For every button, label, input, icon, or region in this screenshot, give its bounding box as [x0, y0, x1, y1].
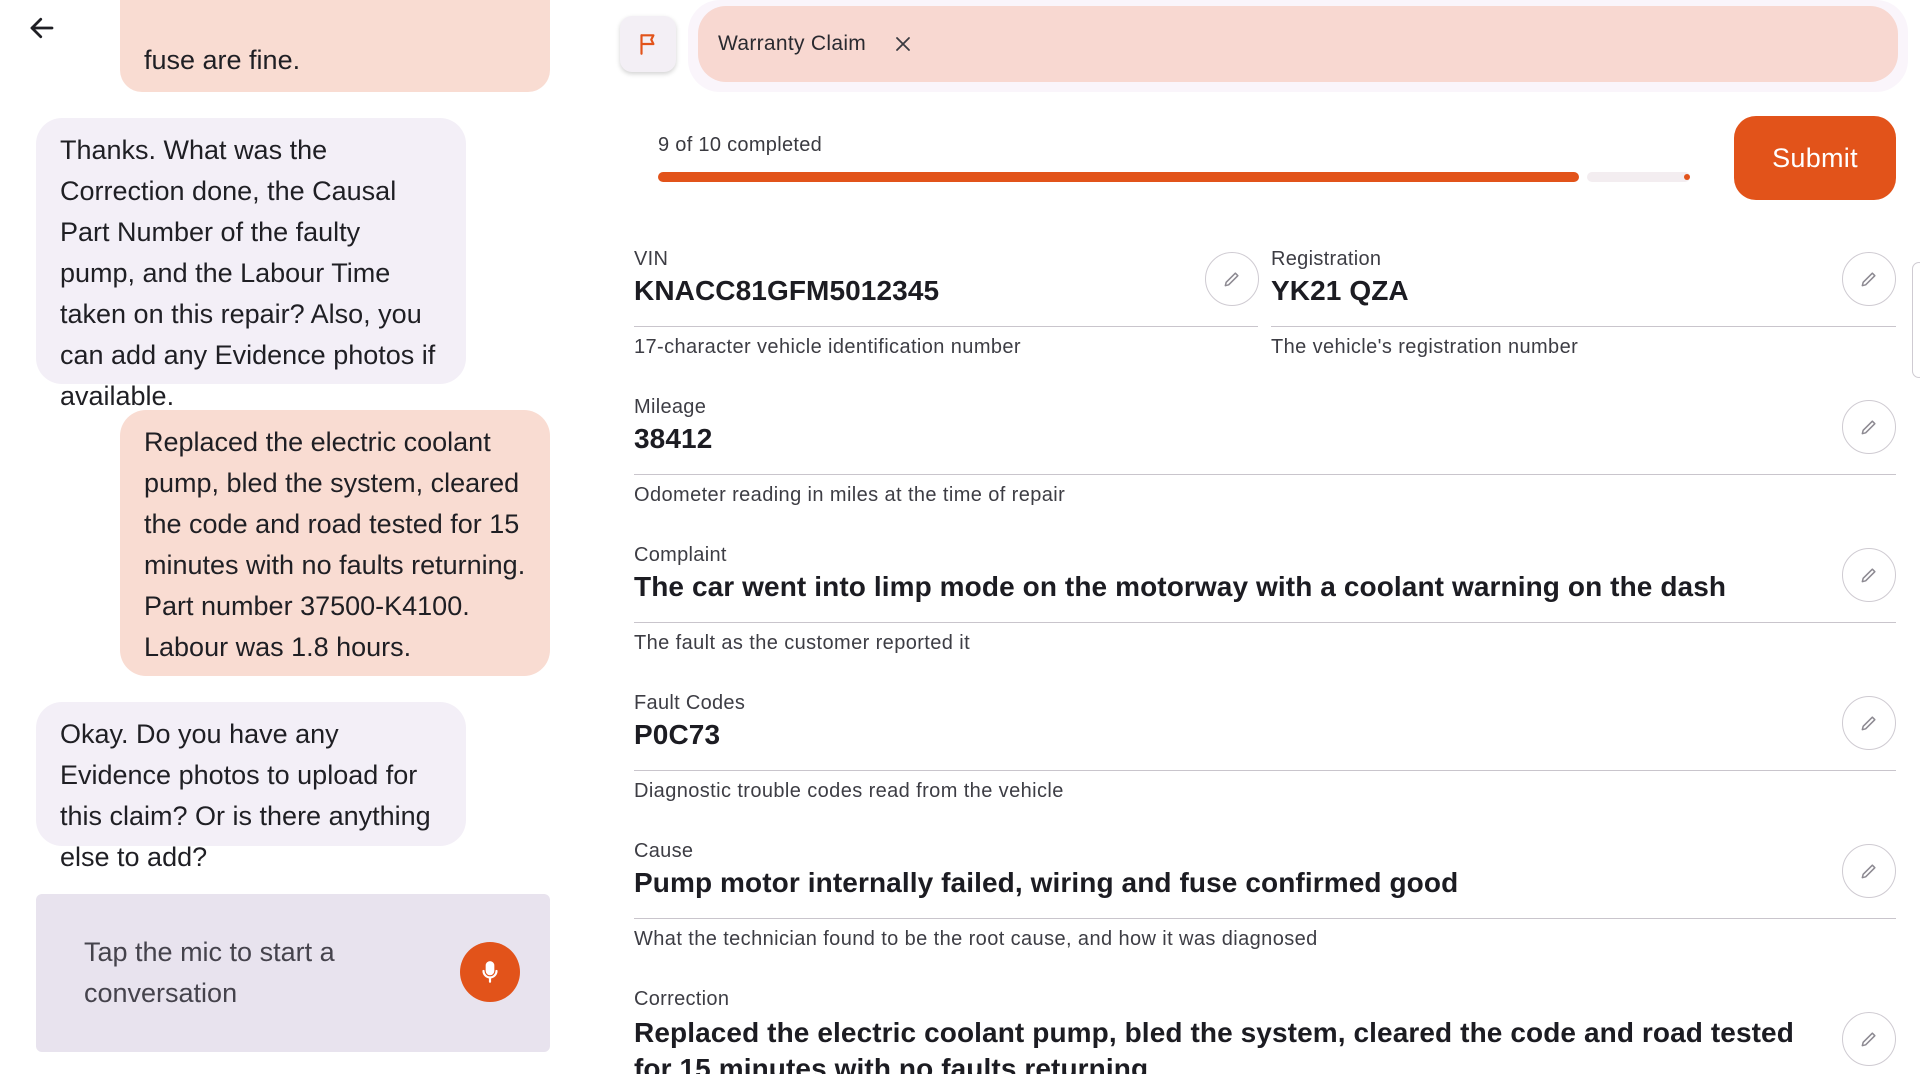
mic-icon — [482, 961, 498, 983]
progress-fill — [658, 172, 1579, 182]
field-help: Diagnostic trouble codes read from the v… — [634, 780, 1064, 802]
field-label: Complaint — [634, 544, 727, 566]
field-label: Mileage — [634, 396, 707, 418]
pencil-icon — [1861, 716, 1876, 731]
message-text: Okay. Do you have any Evidence photos to… — [60, 719, 431, 872]
field-help: The vehicle's registration number — [1271, 336, 1579, 358]
edit-fault-codes-button[interactable] — [1842, 696, 1896, 750]
edit-cause-button[interactable] — [1842, 844, 1896, 898]
close-icon — [896, 37, 911, 51]
field-fault-codes: Fault Codes P0C73 Diagnostic trouble cod… — [634, 692, 1896, 802]
field-divider — [1271, 326, 1896, 327]
field-complaint: Complaint The car went into limp mode on… — [634, 544, 1896, 654]
field-help: What the technician found to be the root… — [634, 928, 1318, 950]
flag-icon — [640, 34, 655, 55]
field-divider — [634, 918, 1896, 919]
tab-warranty-claim[interactable]: Warranty Claim — [698, 6, 1898, 82]
edit-complaint-button[interactable] — [1842, 548, 1896, 602]
mic-button[interactable] — [460, 942, 520, 1002]
field-mileage: Mileage 38412 Odometer reading in miles … — [634, 396, 1896, 506]
pencil-icon — [1861, 864, 1876, 879]
progress-bar — [658, 172, 1690, 182]
field-value: KNACC81GFM5012345 — [634, 275, 940, 306]
message-text: Thanks. What was the Correction done, th… — [60, 135, 436, 411]
message-text: fuse are fine. — [144, 45, 301, 75]
field-help: Odometer reading in miles at the time of… — [634, 484, 1066, 506]
field-value: YK21 QZA — [1271, 275, 1409, 306]
edit-registration-button[interactable] — [1842, 252, 1896, 306]
field-help: The fault as the customer reported it — [634, 632, 971, 654]
field-value: Replaced the electric coolant pump, bled… — [634, 1017, 1794, 1074]
flag-button[interactable] — [620, 16, 676, 72]
pencil-icon — [1861, 420, 1876, 435]
field-label: Registration — [1271, 248, 1382, 270]
field-cause: Cause Pump motor internally failed, wiri… — [634, 840, 1896, 950]
edit-mileage-button[interactable] — [1842, 400, 1896, 454]
pencil-icon — [1224, 272, 1239, 287]
scrollbar-handle[interactable] — [1912, 262, 1920, 378]
chat-message-user: Replaced the electric coolant pump, bled… — [120, 410, 550, 676]
chat-panel: fuse are fine. Thanks. What was the Corr… — [0, 0, 600, 1074]
field-label: Correction — [634, 988, 730, 1010]
field-value: Pump motor internally failed, wiring and… — [634, 867, 1459, 898]
field-divider — [634, 622, 1896, 623]
edit-vin-button[interactable] — [1205, 252, 1259, 306]
progress-remaining — [1587, 172, 1690, 182]
progress-end-dot — [1684, 174, 1690, 180]
field-value: P0C73 — [634, 719, 721, 750]
chat-message-user: fuse are fine. — [120, 0, 550, 92]
tab-close-button[interactable] — [890, 31, 916, 57]
field-label: Cause — [634, 840, 694, 862]
progress-text: 9 of 10 completed — [658, 134, 823, 156]
pencil-icon — [1861, 1032, 1876, 1047]
field-vin: VIN KNACC81GFM5012345 17-character vehic… — [634, 248, 1258, 358]
chat-message-assistant: Thanks. What was the Correction done, th… — [36, 118, 466, 411]
voice-composer: Tap the mic to start a conversation — [36, 894, 550, 1052]
edit-correction-button[interactable] — [1842, 1012, 1896, 1066]
submit-button[interactable]: Submit — [1734, 116, 1896, 200]
tab-label: Warranty Claim — [718, 32, 867, 55]
composer-hint: Tap the mic to start a conversation — [84, 937, 335, 1008]
field-label: Fault Codes — [634, 692, 746, 714]
message-text: Replaced the electric coolant pump, bled… — [144, 427, 526, 662]
field-value: 38412 — [634, 423, 713, 454]
chat-message-assistant: Okay. Do you have any Evidence photos to… — [36, 702, 466, 872]
field-divider — [634, 474, 1896, 475]
field-divider — [634, 770, 1896, 771]
field-help: 17-character vehicle identification numb… — [634, 336, 1021, 358]
field-divider — [634, 326, 1258, 327]
pencil-icon — [1861, 272, 1876, 287]
pencil-icon — [1861, 568, 1876, 583]
field-registration: Registration YK21 QZA The vehicle's regi… — [1271, 248, 1896, 358]
field-correction: Correction Replaced the electric coolant… — [634, 988, 1834, 1074]
field-value: The car went into limp mode on the motor… — [634, 571, 1727, 602]
field-label: VIN — [634, 248, 669, 270]
